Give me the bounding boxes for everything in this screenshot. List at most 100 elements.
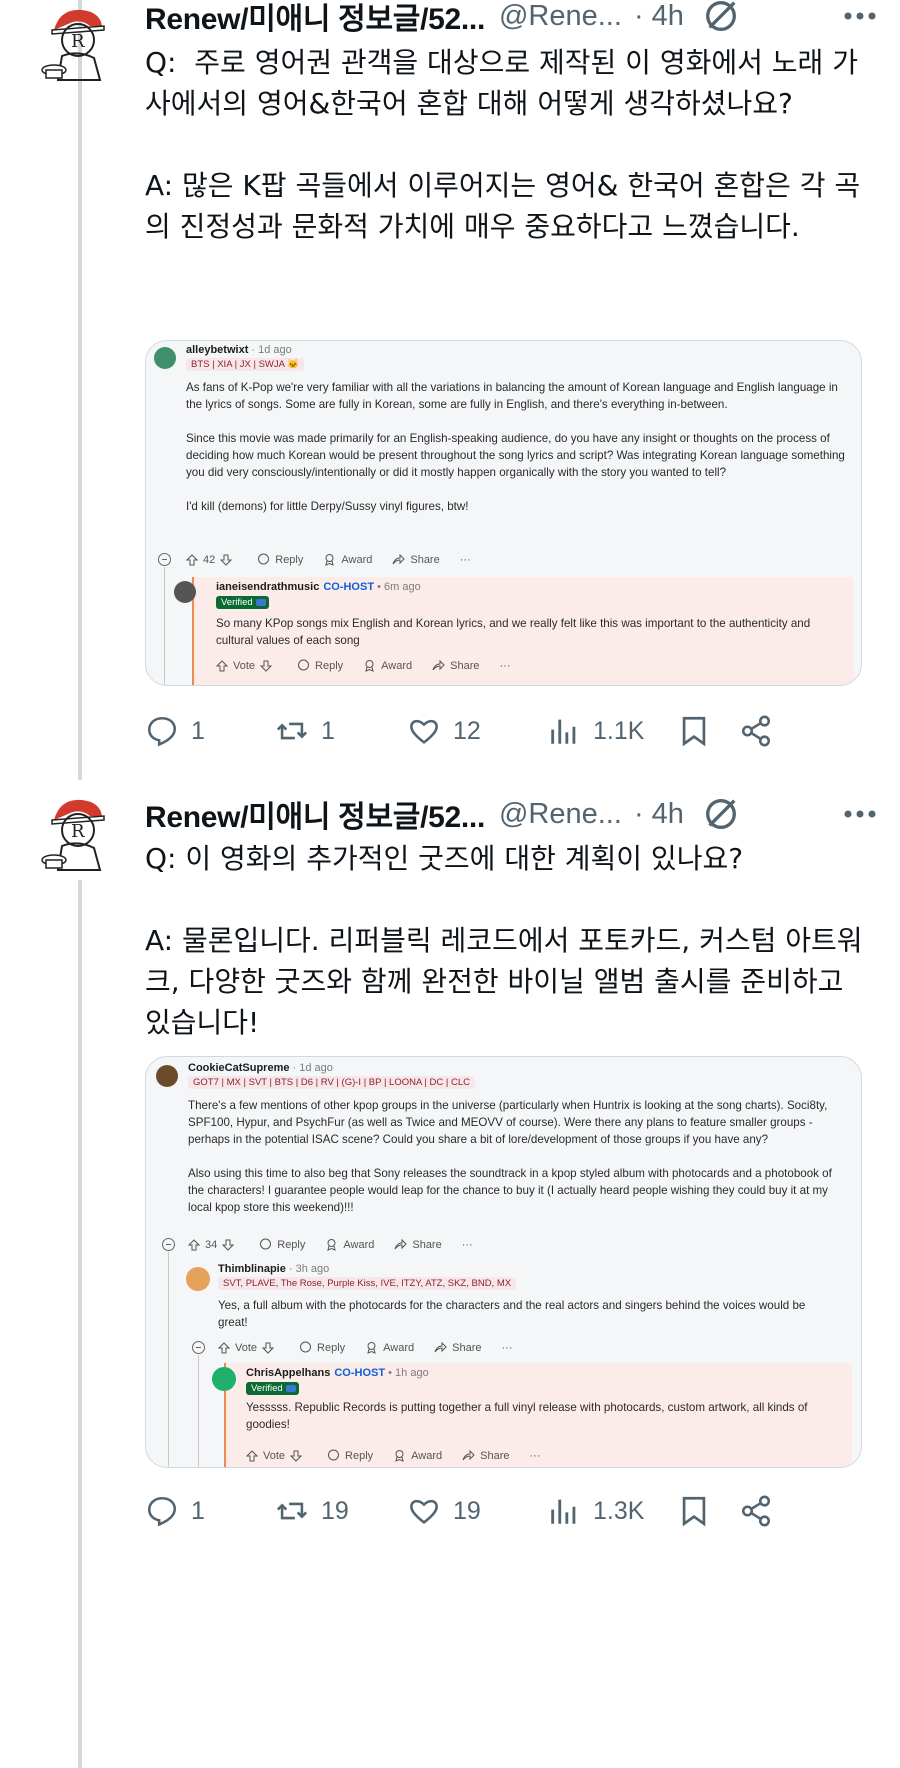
views-icon bbox=[551, 1499, 576, 1524]
upvote-icon bbox=[218, 1341, 230, 1353]
reply-icon bbox=[147, 1496, 177, 1527]
more-options[interactable]: ··· bbox=[500, 660, 511, 672]
retweet-count: 1 bbox=[321, 716, 335, 745]
reply-username[interactable]: Thimblinapie · 3h ago bbox=[218, 1263, 329, 1275]
tweet-media-card[interactable]: alleybetwixt · 1d ago BTS | XIA | JX | S… bbox=[145, 340, 862, 686]
downvote-icon bbox=[222, 1239, 235, 1251]
comment-username[interactable]: alleybetwixt · 1d ago bbox=[186, 344, 292, 356]
timestamp[interactable]: · 4h bbox=[634, 0, 684, 33]
comment-actions: 42 Reply Award Share ··· bbox=[186, 553, 491, 566]
retweet-icon bbox=[276, 1502, 308, 1520]
commenter-avatar bbox=[174, 581, 196, 603]
timestamp[interactable]: · 4h bbox=[634, 798, 684, 831]
comment-username[interactable]: CookieCatSupreme · 1d ago bbox=[188, 1062, 333, 1074]
views-button[interactable]: 1.1K bbox=[547, 710, 644, 752]
comment-icon bbox=[300, 1341, 312, 1353]
reply-button[interactable]: Reply bbox=[257, 553, 303, 566]
more-options[interactable]: ··· bbox=[502, 1342, 513, 1354]
share-button[interactable]: Share bbox=[394, 1238, 442, 1251]
reply-button[interactable]: Reply bbox=[299, 1341, 345, 1354]
commenter-avatar bbox=[186, 1267, 210, 1291]
avatar[interactable]: R bbox=[30, 790, 118, 878]
commenter-avatar bbox=[156, 1065, 178, 1087]
reply-text: So many KPop songs mix English and Korea… bbox=[216, 617, 814, 647]
more-icon[interactable] bbox=[840, 0, 880, 36]
tweet-action-bar: 1 1 12 1.1K bbox=[145, 710, 875, 752]
views-icon bbox=[551, 719, 576, 744]
share-button[interactable]: Share bbox=[462, 1449, 510, 1462]
reply-count: 1 bbox=[191, 1496, 205, 1525]
retweet-button[interactable]: 19 bbox=[275, 1490, 349, 1532]
more-icon[interactable] bbox=[840, 794, 880, 834]
share-icon bbox=[434, 1341, 447, 1353]
downvote-icon bbox=[262, 1342, 275, 1354]
reply-actions: Vote Reply Award Share ··· bbox=[216, 659, 531, 672]
avatar[interactable]: R bbox=[30, 0, 118, 88]
reply-button[interactable]: 1 bbox=[145, 1490, 205, 1532]
upvote-icon bbox=[188, 1238, 200, 1250]
vote-button[interactable]: Vote bbox=[216, 660, 277, 672]
heart-icon bbox=[410, 719, 438, 744]
award-button[interactable]: Award bbox=[323, 553, 372, 566]
award-button[interactable]: Award bbox=[393, 1449, 442, 1462]
more-options[interactable]: ··· bbox=[462, 1239, 473, 1251]
comment-text: There's a few mentions of other kpop gro… bbox=[188, 1099, 832, 1214]
thread-connector bbox=[198, 1355, 199, 1467]
bookmark-button[interactable] bbox=[677, 1490, 723, 1532]
tweet-text: Q: 주로 영어권 관객을 대상으로 제작된 이 영화에서 노래 가사에서의 영… bbox=[145, 46, 861, 243]
views-button[interactable]: 1.3K bbox=[547, 1490, 644, 1532]
author-handle[interactable]: @Rene... bbox=[499, 798, 622, 831]
author-name[interactable]: Renew/미애니 정보글/52... bbox=[145, 0, 485, 38]
reply-button[interactable]: Reply bbox=[259, 1238, 305, 1251]
bookmark-icon bbox=[682, 716, 706, 747]
tweet[interactable]: R Renew/미애니 정보글/52... @Rene... · 4h Q: 주… bbox=[0, 0, 900, 780]
reply-username[interactable]: ianeisendrathmusic CO-HOST • 6m ago bbox=[216, 581, 421, 593]
share-button[interactable]: Share bbox=[432, 659, 480, 672]
vote-button[interactable]: Vote bbox=[246, 1450, 307, 1462]
share-button[interactable]: Share bbox=[392, 553, 440, 566]
svg-text:R: R bbox=[71, 821, 85, 842]
retweet-button[interactable]: 1 bbox=[275, 710, 335, 752]
reply-text: Yesssss. Republic Records is putting tog… bbox=[246, 1401, 811, 1431]
reply-button[interactable]: Reply bbox=[327, 1449, 373, 1462]
reply-button[interactable]: 1 bbox=[145, 710, 205, 752]
share-button[interactable] bbox=[739, 710, 785, 752]
upvote-button[interactable]: 34 bbox=[188, 1239, 239, 1251]
avatar-image: R bbox=[41, 799, 105, 871]
award-button[interactable]: Award bbox=[365, 1341, 414, 1354]
like-button[interactable]: 19 bbox=[407, 1490, 481, 1532]
retweet-count: 19 bbox=[321, 1496, 349, 1525]
grok-icon[interactable] bbox=[702, 795, 740, 833]
share-icon bbox=[741, 715, 771, 747]
reply-actions: Vote Reply Award Share ··· bbox=[246, 1449, 561, 1462]
collapse-icon[interactable] bbox=[162, 1238, 175, 1251]
comment-icon bbox=[328, 1449, 340, 1461]
grok-icon[interactable] bbox=[702, 0, 740, 35]
share-button[interactable]: Share bbox=[434, 1341, 482, 1354]
tweet[interactable]: R Renew/미애니 정보글/52... @Rene... · 4h Q: 이… bbox=[0, 790, 900, 1768]
award-button[interactable]: Award bbox=[363, 659, 412, 672]
award-icon bbox=[395, 1450, 404, 1462]
author-name[interactable]: Renew/미애니 정보글/52... bbox=[145, 792, 485, 836]
more-options[interactable]: ··· bbox=[530, 1450, 541, 1462]
share-button[interactable] bbox=[739, 1490, 785, 1532]
upvote-button[interactable]: 42 bbox=[186, 554, 237, 566]
comment-icon bbox=[258, 553, 270, 565]
award-button[interactable]: Award bbox=[325, 1238, 374, 1251]
tweet-media-card[interactable]: CookieCatSupreme · 1d ago GOT7 | MX | SV… bbox=[145, 1056, 862, 1468]
share-icon bbox=[432, 659, 445, 671]
downvote-icon bbox=[260, 660, 273, 672]
award-icon bbox=[325, 554, 335, 566]
like-button[interactable]: 12 bbox=[407, 710, 481, 752]
tweet-action-bar: 1 19 19 1.3K bbox=[145, 1490, 875, 1532]
user-flair: GOT7 | MX | SVT | BTS | D6 | RV | (G)-I … bbox=[188, 1076, 476, 1089]
vote-button[interactable]: Vote bbox=[218, 1342, 279, 1354]
reply-button[interactable]: Reply bbox=[297, 659, 343, 672]
collapse-icon[interactable] bbox=[192, 1341, 205, 1354]
like-count: 19 bbox=[453, 1496, 481, 1525]
author-handle[interactable]: @Rene... bbox=[499, 0, 622, 33]
more-options[interactable]: ··· bbox=[460, 554, 471, 566]
bookmark-button[interactable] bbox=[677, 710, 723, 752]
reply-username[interactable]: ChrisAppelhans CO-HOST • 1h ago bbox=[246, 1367, 429, 1379]
collapse-icon[interactable] bbox=[158, 553, 171, 566]
